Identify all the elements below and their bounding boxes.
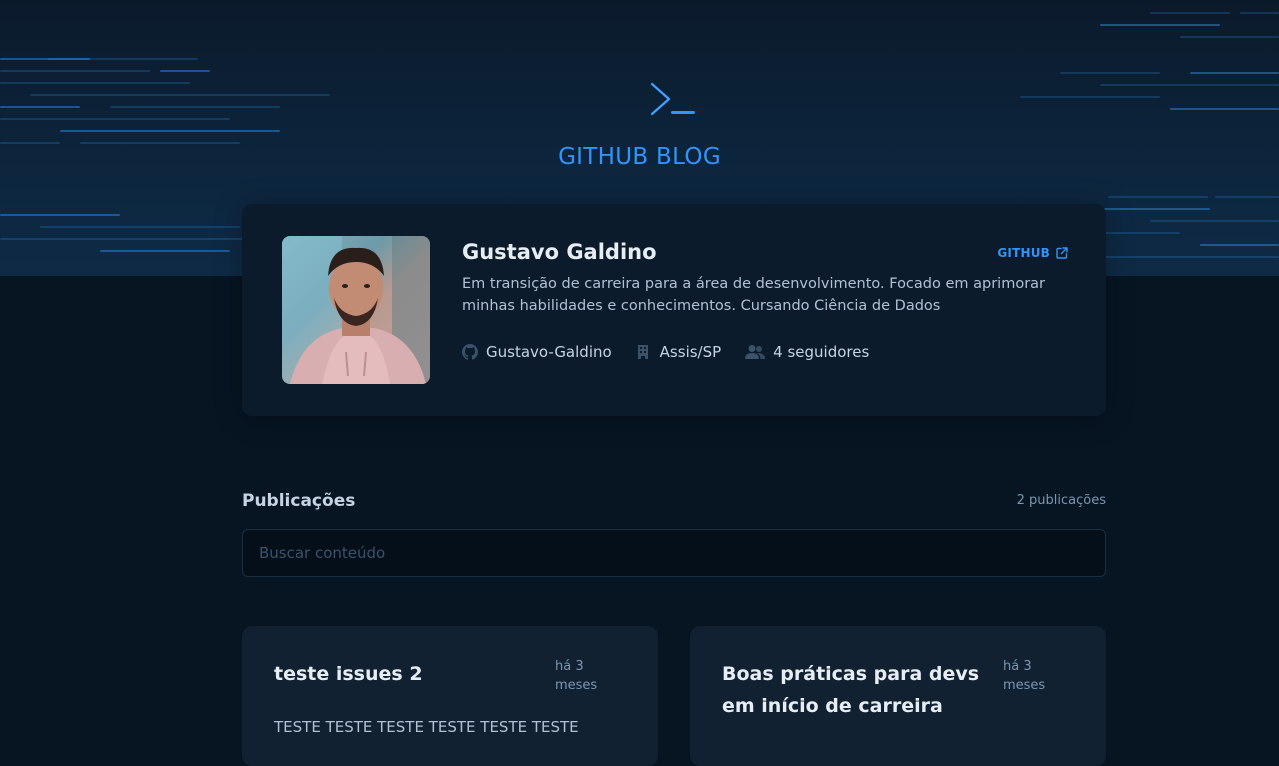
external-link-icon bbox=[1056, 247, 1068, 259]
cover-line bbox=[0, 106, 80, 108]
cover-line bbox=[48, 58, 198, 60]
users-icon bbox=[745, 345, 766, 359]
cover-line bbox=[1020, 96, 1160, 98]
cover-line bbox=[160, 70, 210, 72]
cover-line bbox=[0, 238, 260, 240]
profile-meta: Gustavo-Galdino Assis/SP 4 seguidores bbox=[462, 343, 893, 361]
cover-line bbox=[0, 214, 120, 216]
cover-line bbox=[0, 118, 230, 120]
cover-line bbox=[1060, 72, 1160, 74]
cover-line bbox=[1180, 36, 1279, 38]
cover-line bbox=[1100, 24, 1220, 26]
post-title: Boas práticas para devs em início de car… bbox=[722, 663, 980, 717]
github-link-label: GITHUB bbox=[997, 246, 1050, 260]
post-date: há 3 meses bbox=[1003, 659, 1046, 693]
building-icon bbox=[637, 345, 648, 359]
cover-line bbox=[100, 250, 230, 252]
avatar bbox=[282, 236, 430, 384]
cover-line bbox=[1150, 220, 1279, 222]
cover-line bbox=[40, 226, 240, 228]
blog-title: GITHUB BLOG bbox=[558, 144, 721, 170]
post-card[interactable]: teste issues 2 há 3 meses TESTE TESTE TE… bbox=[242, 626, 658, 766]
cover-line bbox=[1100, 84, 1279, 86]
cover-line bbox=[110, 106, 280, 108]
cover-line bbox=[1170, 108, 1279, 110]
cover-line bbox=[0, 70, 150, 72]
github-icon bbox=[462, 344, 478, 360]
profile-username: Gustavo-Galdino bbox=[462, 343, 612, 361]
cover-line bbox=[60, 130, 280, 132]
username-text: Gustavo-Galdino bbox=[486, 343, 612, 361]
post-card[interactable]: Boas práticas para devs em início de car… bbox=[690, 626, 1106, 766]
cover-line bbox=[1100, 256, 1279, 258]
followers-text: 4 seguidores bbox=[773, 343, 870, 361]
post-date: há 3 meses bbox=[555, 659, 598, 693]
cover-line bbox=[30, 94, 330, 96]
post-title: teste issues 2 bbox=[274, 663, 423, 685]
github-profile-link[interactable]: GITHUB bbox=[997, 246, 1068, 260]
cover-line bbox=[1215, 196, 1279, 198]
profile-name: Gustavo Galdino bbox=[462, 240, 657, 264]
profile-bio: Em transição de carreira para a área de … bbox=[462, 276, 1046, 314]
post-excerpt: TESTE TESTE TESTE TESTE TESTE TESTE bbox=[274, 718, 579, 736]
profile-location: Assis/SP bbox=[636, 343, 722, 361]
search-input[interactable] bbox=[242, 529, 1106, 577]
cover-line bbox=[1190, 72, 1279, 74]
cover-line bbox=[1108, 196, 1208, 198]
cover-line bbox=[0, 82, 190, 84]
cover-line bbox=[1200, 244, 1279, 246]
terminal-prompt-icon bbox=[650, 82, 695, 116]
cover-line bbox=[1240, 12, 1279, 14]
cover-line bbox=[1150, 12, 1230, 14]
profile-followers: 4 seguidores bbox=[745, 343, 869, 361]
location-text: Assis/SP bbox=[659, 343, 722, 361]
publications-title: Publicações bbox=[242, 491, 356, 511]
profile-card: Gustavo Galdino GITHUB Em transição de c… bbox=[242, 204, 1106, 416]
publications-count: 2 publicações bbox=[1016, 493, 1106, 508]
